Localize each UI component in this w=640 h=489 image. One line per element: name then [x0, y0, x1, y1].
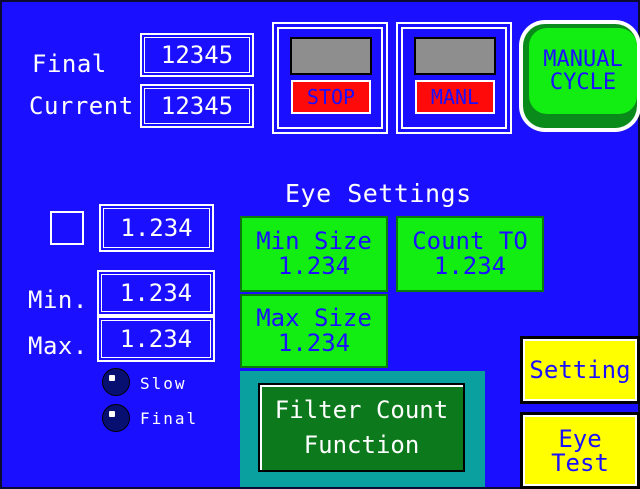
- max-value-field[interactable]: 1.234: [97, 316, 215, 362]
- min-label: Min.: [28, 286, 88, 314]
- top-value-field[interactable]: 1.234: [99, 204, 214, 252]
- max-size-value: 1.234: [277, 329, 351, 357]
- final-count-field[interactable]: 12345: [140, 33, 254, 77]
- manl-lamp-indicator: [414, 37, 496, 75]
- min-value-field[interactable]: 1.234: [97, 270, 215, 316]
- filter-count-button[interactable]: Filter Count Function: [240, 371, 485, 487]
- manual-cycle-button[interactable]: MANUAL CYCLE: [519, 20, 640, 132]
- slow-indicator-light: [102, 368, 130, 396]
- setting-button-label: Setting: [529, 356, 631, 384]
- min-size-value: 1.234: [277, 252, 351, 280]
- current-count-label: Current: [29, 92, 134, 120]
- eye-test-label-line2: Test: [551, 448, 609, 477]
- manl-button[interactable]: MANL: [415, 80, 495, 114]
- count-to-value: 1.234: [433, 252, 507, 280]
- filter-count-label-line1: Filter Count: [274, 395, 449, 424]
- max-size-label: Max Size: [256, 303, 372, 332]
- count-to-label: Count TO: [412, 226, 528, 255]
- final-indicator-light: [102, 404, 130, 432]
- checkbox-toggle[interactable]: [50, 211, 84, 245]
- eye-test-label-line1: Eye: [558, 424, 602, 453]
- manual-cycle-label-line1: MANUAL: [543, 46, 623, 72]
- min-size-label: Min Size: [256, 226, 372, 255]
- manual-cycle-label-line2: CYCLE: [549, 70, 617, 95]
- hmi-screen: Final 12345 Current 12345 STOP MANL MANU…: [0, 0, 640, 489]
- eye-test-button[interactable]: Eye Test: [520, 412, 640, 489]
- eye-settings-title: Eye Settings: [285, 179, 472, 208]
- count-to-button[interactable]: Count TO 1.234: [396, 216, 544, 292]
- stop-lamp-indicator: [290, 37, 372, 75]
- min-size-button[interactable]: Min Size 1.234: [240, 216, 388, 292]
- final-count-label: Final: [32, 50, 107, 78]
- stop-button[interactable]: STOP: [291, 80, 371, 114]
- max-label: Max.: [28, 332, 88, 360]
- filter-count-label-line2: Function: [303, 430, 420, 459]
- setting-button[interactable]: Setting: [520, 336, 640, 404]
- final-indicator-label: Final: [140, 409, 199, 428]
- max-size-button[interactable]: Max Size 1.234: [240, 294, 388, 368]
- slow-indicator-label: Slow: [140, 374, 187, 393]
- current-count-field[interactable]: 12345: [140, 84, 254, 128]
